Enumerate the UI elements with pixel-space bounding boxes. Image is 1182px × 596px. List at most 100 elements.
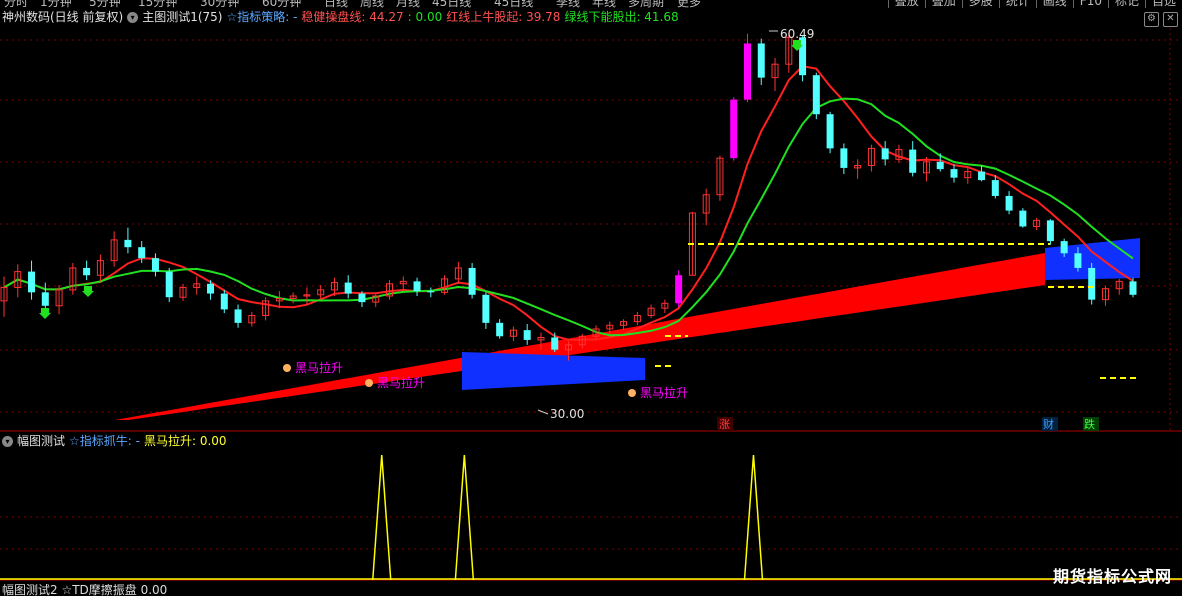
candle <box>1115 278 1123 295</box>
black-horse-label: 黑马拉升: 0.00 <box>143 434 227 448</box>
blue-band <box>462 352 645 390</box>
candle-body <box>950 169 958 178</box>
tag-die: 跌 <box>1084 417 1095 431</box>
low-price-label: 30.00 <box>550 407 584 421</box>
candle <box>964 167 972 184</box>
candle <box>96 254 104 282</box>
candle <box>220 289 228 314</box>
watermark: 期货指标公式网 <box>1052 567 1172 586</box>
hand-icon <box>628 389 636 397</box>
settings-icon[interactable]: ⚙ <box>1144 12 1159 27</box>
red-ma-line <box>3 65 1134 341</box>
steady-line-extra: : 0.00 <box>407 10 443 24</box>
green-ma-line <box>3 97 1134 337</box>
green-line-label: 绿线下能股出: 41.68 <box>564 10 679 24</box>
candle <box>1046 219 1054 245</box>
candle-body <box>757 43 765 78</box>
candle <box>991 175 999 199</box>
candle-body <box>826 114 834 149</box>
candle <box>867 144 875 172</box>
candle <box>1088 263 1096 305</box>
candle <box>0 276 8 317</box>
candle-body <box>523 330 531 340</box>
candle-body <box>344 282 352 294</box>
main-chart-header: 神州数码(日线 前复权) ▾ 主图测试1(75) ☆指标策略: - 稳健操盘线: 44.… <box>2 8 683 26</box>
candle-body <box>551 337 559 350</box>
strategy-label: ☆指标策略: - <box>226 10 298 24</box>
candle <box>633 311 641 326</box>
hand-icon <box>283 364 291 372</box>
candle <box>151 253 159 277</box>
candle <box>1129 277 1137 298</box>
catch-bull-label: ☆指标抓牛: - <box>69 434 140 448</box>
candle-body <box>124 239 132 248</box>
candle <box>110 231 118 267</box>
candle-body <box>220 293 228 310</box>
candle-body <box>1088 267 1096 300</box>
candle <box>771 58 779 92</box>
candle <box>124 227 132 254</box>
steady-line-label: 稳健操盘线: 44.27 <box>301 10 404 24</box>
sub-chart-header: ▾ 幅图测试 ☆指标抓牛: - 黑马拉升: 0.00 <box>2 432 231 450</box>
candle-body <box>138 247 146 259</box>
close-icon[interactable]: ✕ <box>1163 12 1178 27</box>
candle <box>165 267 173 303</box>
candle <box>826 111 834 154</box>
candle-body <box>812 75 820 115</box>
candle-body <box>936 161 944 170</box>
black-horse-spike <box>743 454 764 581</box>
black-horse-signal-label: 黑马拉升 <box>377 375 425 390</box>
candle-body <box>1019 210 1027 227</box>
black-horse-spike <box>371 454 392 581</box>
candle-body <box>496 322 504 337</box>
candle-body <box>358 293 366 303</box>
kline-chart[interactable]: 60.4930.00黑马拉升黑马拉升黑马拉升涨财跌 <box>0 0 1182 591</box>
bottom-chart-header: 幅图测试2 ☆TD摩擦振盘 0.00 <box>2 584 168 596</box>
candle <box>372 293 380 307</box>
candle-body <box>743 43 751 100</box>
candle-body <box>234 309 242 323</box>
candle <box>468 263 476 299</box>
candle <box>978 165 986 182</box>
candle-body <box>482 294 490 323</box>
red-line-label: 红线上牛股起: 39.78 <box>446 10 561 24</box>
candle <box>234 304 242 328</box>
candle <box>909 141 917 177</box>
formula-name[interactable]: 主图测试1(75) <box>142 10 222 24</box>
candle-body <box>1074 253 1082 268</box>
candle <box>716 155 724 201</box>
candle-body <box>427 291 435 293</box>
dropdown-circle-icon[interactable]: ▾ <box>127 12 139 23</box>
tag-cai: 财 <box>1043 417 1054 431</box>
candle <box>262 297 270 321</box>
black-horse-signal-label: 黑马拉升 <box>295 360 343 375</box>
green-arrow-icon <box>39 308 51 319</box>
high-price-label: 60.49 <box>780 27 814 41</box>
candle <box>757 38 765 85</box>
sub-chart-title[interactable]: 幅图测试 <box>17 434 65 448</box>
candle <box>895 144 903 164</box>
dropdown-circle-icon[interactable]: ▾ <box>2 436 13 447</box>
candle <box>248 311 256 327</box>
candle <box>812 72 820 120</box>
candle-body <box>675 275 683 304</box>
hand-icon <box>365 379 373 387</box>
candle <box>427 287 435 298</box>
candle <box>413 277 421 296</box>
candle <box>399 276 407 290</box>
candle <box>482 292 490 329</box>
candle-body <box>207 283 215 294</box>
candle <box>55 285 63 315</box>
candle-body <box>151 258 159 272</box>
candle-body <box>1005 195 1013 211</box>
tag-zhang: 涨 <box>719 418 730 431</box>
candle <box>386 280 394 300</box>
green-arrow-icon <box>82 286 94 297</box>
candle-body <box>730 99 738 159</box>
stock-title[interactable]: 神州数码(日线 前复权) <box>2 10 123 24</box>
candle-body <box>1046 220 1054 242</box>
candle-body <box>991 180 999 196</box>
candle-body <box>978 171 986 181</box>
candle-body <box>165 271 173 298</box>
candle <box>289 292 297 304</box>
